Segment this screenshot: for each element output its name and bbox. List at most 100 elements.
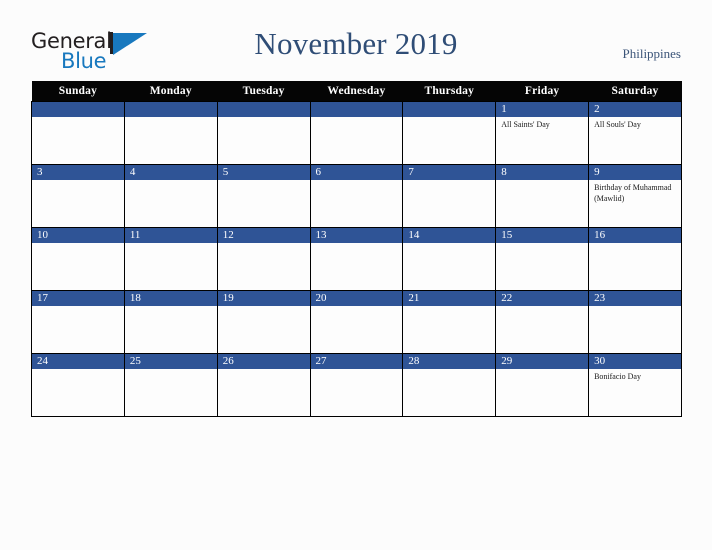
country-label: Philippines bbox=[622, 46, 681, 61]
calendar-day-cell[interactable]: 22 bbox=[495, 290, 590, 354]
day-number: 1 bbox=[496, 102, 589, 117]
calendar-day-cell[interactable]: 2 All Souls' Day bbox=[588, 101, 682, 165]
calendar-weekday-header-row: Sunday Monday Tuesday Wednesday Thursday… bbox=[31, 81, 682, 102]
calendar-day-cell[interactable]: 28 bbox=[402, 353, 497, 417]
holiday-event-label: All Saints' Day bbox=[501, 120, 550, 129]
day-cell-body bbox=[311, 117, 403, 120]
day-number: 10 bbox=[32, 228, 124, 243]
day-number: 29 bbox=[496, 354, 589, 369]
calendar-day-cell[interactable]: 3 bbox=[31, 164, 125, 228]
day-cell-body bbox=[589, 306, 681, 309]
calendar-day-cell[interactable]: 16 bbox=[588, 227, 682, 291]
calendar-week-row: 24 25 26 27 28 29 30 Bonifacio Day bbox=[31, 353, 682, 417]
day-cell-body bbox=[403, 117, 495, 120]
day-cell-body bbox=[125, 243, 217, 246]
day-number bbox=[403, 102, 496, 117]
calendar-day-cell[interactable]: 18 bbox=[123, 290, 218, 354]
day-cell-body bbox=[218, 306, 310, 309]
holiday-event-label: Birthday of Muhammad (Mawlid) bbox=[594, 183, 672, 203]
calendar-week-row: 1 All Saints' Day 2 All Souls' Day bbox=[31, 101, 682, 165]
page-title: November 2019 bbox=[254, 26, 458, 61]
calendar-grid: Sunday Monday Tuesday Wednesday Thursday… bbox=[31, 81, 682, 417]
calendar-week-row: 3 4 5 6 7 8 9 Birthday of Muhammad (Mawlid) bbox=[31, 164, 682, 228]
calendar-day-cell[interactable] bbox=[309, 101, 404, 165]
calendar-day-cell[interactable] bbox=[31, 101, 125, 165]
calendar-day-cell[interactable]: 21 bbox=[402, 290, 497, 354]
weekday-header-saturday: Saturday bbox=[588, 81, 682, 102]
day-number: 22 bbox=[496, 291, 589, 306]
day-number: 25 bbox=[124, 354, 217, 369]
calendar-day-cell[interactable]: 5 bbox=[216, 164, 311, 228]
calendar-day-cell[interactable]: 17 bbox=[31, 290, 125, 354]
day-number: 21 bbox=[403, 291, 496, 306]
calendar-day-cell[interactable] bbox=[402, 101, 497, 165]
day-cell-body bbox=[32, 306, 124, 309]
calendar-day-cell[interactable]: 9 Birthday of Muhammad (Mawlid) bbox=[588, 164, 682, 228]
day-cell-body bbox=[589, 243, 681, 246]
calendar-day-cell[interactable]: 12 bbox=[216, 227, 311, 291]
day-cell-body bbox=[125, 180, 217, 183]
day-cell-body bbox=[403, 306, 495, 309]
weekday-header-thursday: Thursday bbox=[402, 81, 496, 102]
calendar-week-row: 17 18 19 20 21 22 23 bbox=[31, 290, 682, 354]
calendar-day-cell[interactable]: 26 bbox=[216, 353, 311, 417]
day-cell-body bbox=[496, 243, 588, 246]
day-cell-body bbox=[403, 180, 495, 183]
calendar-day-cell[interactable]: 24 bbox=[31, 353, 125, 417]
day-cell-body bbox=[32, 369, 124, 372]
calendar-day-cell[interactable] bbox=[216, 101, 311, 165]
calendar-day-cell[interactable]: 7 bbox=[402, 164, 497, 228]
calendar-day-cell[interactable] bbox=[123, 101, 218, 165]
calendar-body: 1 All Saints' Day 2 All Souls' Day 3 4 5 6 7 8 9 Bi… bbox=[31, 101, 682, 417]
day-number: 5 bbox=[217, 165, 310, 180]
day-cell-body bbox=[218, 243, 310, 246]
day-cell-body bbox=[311, 243, 403, 246]
day-number: 2 bbox=[589, 102, 681, 117]
calendar-day-cell[interactable]: 20 bbox=[309, 290, 404, 354]
day-number: 11 bbox=[124, 228, 217, 243]
calendar-day-cell[interactable]: 6 bbox=[309, 164, 404, 228]
day-cell-body bbox=[218, 117, 310, 120]
calendar-day-cell[interactable]: 25 bbox=[123, 353, 218, 417]
calendar-day-cell[interactable]: 23 bbox=[588, 290, 682, 354]
day-number: 18 bbox=[124, 291, 217, 306]
calendar-day-cell[interactable]: 13 bbox=[309, 227, 404, 291]
day-number: 27 bbox=[310, 354, 403, 369]
day-number: 19 bbox=[217, 291, 310, 306]
page-header: General Blue November 2019 Philippines bbox=[0, 0, 712, 81]
day-cell-body bbox=[311, 306, 403, 309]
calendar-day-cell[interactable]: 11 bbox=[123, 227, 218, 291]
calendar-day-cell[interactable]: 29 bbox=[495, 353, 590, 417]
weekday-header-tuesday: Tuesday bbox=[217, 81, 311, 102]
day-cell-body bbox=[311, 180, 403, 183]
weekday-header-wednesday: Wednesday bbox=[310, 81, 403, 102]
day-cell-body: Birthday of Muhammad (Mawlid) bbox=[589, 180, 681, 204]
day-cell-body bbox=[496, 306, 588, 309]
calendar-day-cell[interactable]: 19 bbox=[216, 290, 311, 354]
day-number: 16 bbox=[589, 228, 681, 243]
calendar-day-cell[interactable]: 15 bbox=[495, 227, 590, 291]
holiday-event-label: Bonifacio Day bbox=[594, 372, 641, 381]
calendar-day-cell[interactable]: 14 bbox=[402, 227, 497, 291]
day-number bbox=[32, 102, 124, 117]
day-cell-body bbox=[125, 369, 217, 372]
calendar-day-cell[interactable]: 10 bbox=[31, 227, 125, 291]
calendar-day-cell[interactable]: 1 All Saints' Day bbox=[495, 101, 590, 165]
day-number: 30 bbox=[589, 354, 681, 369]
day-number: 14 bbox=[403, 228, 496, 243]
day-number: 13 bbox=[310, 228, 403, 243]
day-cell-body bbox=[218, 180, 310, 183]
day-cell-body bbox=[32, 117, 124, 120]
day-number: 9 bbox=[589, 165, 681, 180]
day-cell-body bbox=[125, 117, 217, 120]
calendar-day-cell[interactable]: 4 bbox=[123, 164, 218, 228]
weekday-header-friday: Friday bbox=[495, 81, 589, 102]
weekday-header-sunday: Sunday bbox=[31, 81, 125, 102]
day-number bbox=[217, 102, 310, 117]
calendar-day-cell[interactable]: 8 bbox=[495, 164, 590, 228]
day-cell-body bbox=[403, 243, 495, 246]
calendar-day-cell[interactable]: 27 bbox=[309, 353, 404, 417]
weekday-header-monday: Monday bbox=[124, 81, 218, 102]
calendar-day-cell[interactable]: 30 Bonifacio Day bbox=[588, 353, 682, 417]
day-number: 3 bbox=[32, 165, 124, 180]
